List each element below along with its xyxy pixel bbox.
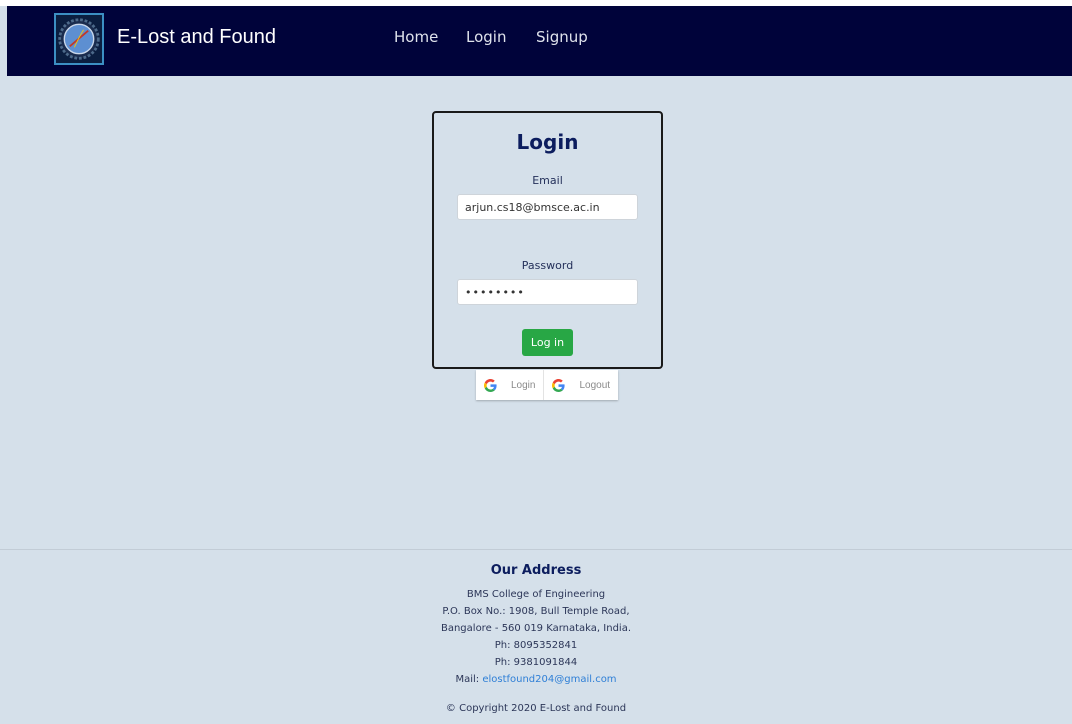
footer-address-line2: Bangalore - 560 019 Karnataka, India. [440, 623, 632, 634]
form-title: Login [516, 130, 579, 154]
google-logout-button[interactable]: Logout [543, 370, 619, 400]
google-login-label: Login [511, 379, 536, 391]
email-label: Email [532, 174, 563, 187]
google-login-button[interactable]: Login [476, 370, 544, 400]
footer-college: BMS College of Engineering [466, 589, 606, 600]
college-emblem-icon[interactable] [54, 13, 104, 65]
footer-copyright: © Copyright 2020 E-Lost and Found [445, 703, 627, 714]
footer-phone-2: Ph: 9381091844 [494, 657, 578, 668]
google-icon [484, 378, 497, 392]
navbar: E-Lost and Found Home Login Signup [7, 6, 1072, 76]
footer-title: Our Address [490, 563, 582, 578]
footer-mail-link[interactable]: elostfound204@gmail.com [482, 674, 616, 685]
google-logout-label: Logout [579, 379, 611, 391]
footer-mail-prefix: Mail: [455, 674, 483, 685]
footer-mail: Mail: elostfound204@gmail.com [0, 674, 1072, 685]
footer-address-line1: P.O. Box No.: 1908, Bull Temple Road, [442, 606, 630, 617]
google-icon [552, 378, 566, 392]
login-form: Login Email Password Log in [432, 111, 663, 369]
footer-phone-1: Ph: 8095352841 [494, 640, 578, 651]
brand-title[interactable]: E-Lost and Found [117, 26, 276, 49]
password-label: Password [521, 259, 574, 272]
nav-link-login[interactable]: Login [466, 28, 506, 46]
logo-graphic [58, 18, 100, 60]
nav-link-home[interactable]: Home [394, 28, 438, 46]
email-input[interactable] [457, 194, 638, 220]
google-auth-buttons: Login Logout [476, 370, 619, 400]
password-input[interactable] [457, 279, 638, 305]
nav-link-signup[interactable]: Signup [536, 28, 588, 46]
login-submit-button[interactable]: Log in [522, 329, 573, 356]
footer-divider [0, 549, 1072, 550]
